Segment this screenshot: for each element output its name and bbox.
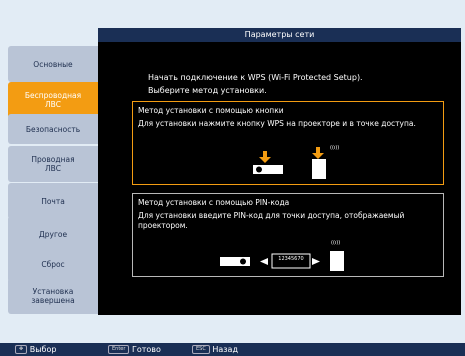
method-description: Для установки введите PIN-код для точки … bbox=[138, 211, 405, 230]
method-title: Метод установки с помощью PIN-кода bbox=[138, 198, 290, 207]
esc-label: Назад bbox=[212, 345, 238, 354]
window-title: Параметры сети bbox=[98, 28, 461, 42]
footer-esc: ESC Назад bbox=[192, 343, 238, 356]
sidebar-item-label: Сброс bbox=[41, 259, 65, 269]
wifi-signal-icon: ((ı)) bbox=[330, 145, 340, 151]
access-point-icon bbox=[330, 251, 344, 271]
sidebar-item-label: Проводная ЛВС bbox=[31, 155, 75, 173]
enter-key-icon: Enter bbox=[108, 345, 130, 354]
footer-bar: ✥ Выбор Enter Готово ESC Назад bbox=[0, 343, 465, 356]
sidebar-item-label: Безопасность bbox=[25, 124, 81, 134]
sidebar-item-label: Основные bbox=[33, 59, 73, 69]
sidebar-item-wireless-lan[interactable]: Беспроводная ЛВС bbox=[8, 82, 98, 118]
enter-label: Готово bbox=[131, 345, 161, 354]
esc-key-icon: ESC bbox=[192, 345, 210, 354]
access-point-icon bbox=[312, 159, 326, 179]
sidebar-item-wired-lan[interactable]: Проводная ЛВС bbox=[8, 146, 98, 182]
arrow-right-icon bbox=[312, 258, 320, 265]
footer-select: ✥ Выбор bbox=[15, 343, 56, 356]
arrow-left-icon bbox=[260, 258, 268, 265]
projector-icon bbox=[253, 165, 283, 174]
select-label: Выбор bbox=[29, 345, 57, 354]
intro-line-2: Выберите метод установки. bbox=[148, 86, 267, 95]
sidebar-item-security[interactable]: Безопасность bbox=[8, 114, 98, 144]
pin-code-value: 12345670 bbox=[278, 256, 304, 262]
push-button-diagram bbox=[253, 147, 326, 179]
footer-enter: Enter Готово bbox=[108, 343, 161, 356]
arrow-down-icon bbox=[312, 147, 324, 159]
arrow-down-icon bbox=[259, 151, 271, 163]
method-description: Для установки нажмите кнопку WPS на прое… bbox=[138, 119, 416, 128]
move-keys-icon: ✥ bbox=[15, 345, 28, 354]
sidebar-item-label: Другое bbox=[38, 229, 68, 239]
settings-screen: Параметры сети Начать подключение к WPS … bbox=[0, 0, 465, 356]
sidebar-item-label: Почта bbox=[41, 196, 65, 206]
intro-text: Начать подключение к WPS (Wi-Fi Protecte… bbox=[148, 71, 363, 97]
sidebar-item-label: Беспроводная ЛВС bbox=[24, 91, 82, 109]
projector-icon bbox=[220, 257, 250, 266]
sidebar-item-general[interactable]: Основные bbox=[8, 46, 98, 82]
sidebar-item-setup-complete[interactable]: Установка завершена bbox=[8, 278, 98, 314]
method-title: Метод установки с помощью кнопки bbox=[138, 106, 284, 115]
sidebar-item-label: Установка завершена bbox=[31, 287, 75, 305]
sidebar-item-mail[interactable]: Почта bbox=[8, 183, 98, 219]
sidebar-item-reset[interactable]: Сброс bbox=[8, 246, 98, 282]
wifi-signal-icon: ((ı)) bbox=[331, 240, 341, 246]
intro-line-1: Начать подключение к WPS (Wi-Fi Protecte… bbox=[148, 73, 363, 82]
